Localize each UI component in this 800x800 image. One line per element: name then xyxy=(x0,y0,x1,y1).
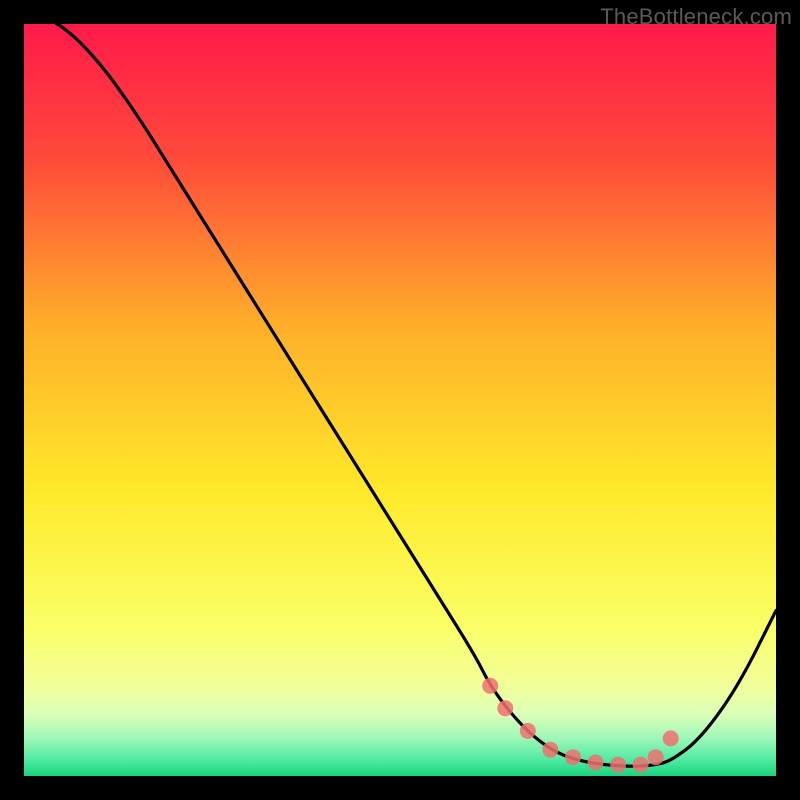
marker-dot xyxy=(542,742,558,758)
chart-frame xyxy=(24,24,776,776)
marker-dot xyxy=(520,723,536,739)
gradient-background xyxy=(24,24,776,776)
marker-dot xyxy=(588,755,604,771)
marker-dot xyxy=(633,757,649,773)
marker-dot xyxy=(610,757,626,773)
marker-dot xyxy=(482,678,498,694)
marker-dot xyxy=(565,749,581,765)
watermark-text: TheBottleneck.com xyxy=(600,4,792,30)
chart-canvas xyxy=(24,24,776,776)
marker-dot xyxy=(648,749,664,765)
marker-dot xyxy=(497,700,513,716)
marker-dot xyxy=(663,730,679,746)
